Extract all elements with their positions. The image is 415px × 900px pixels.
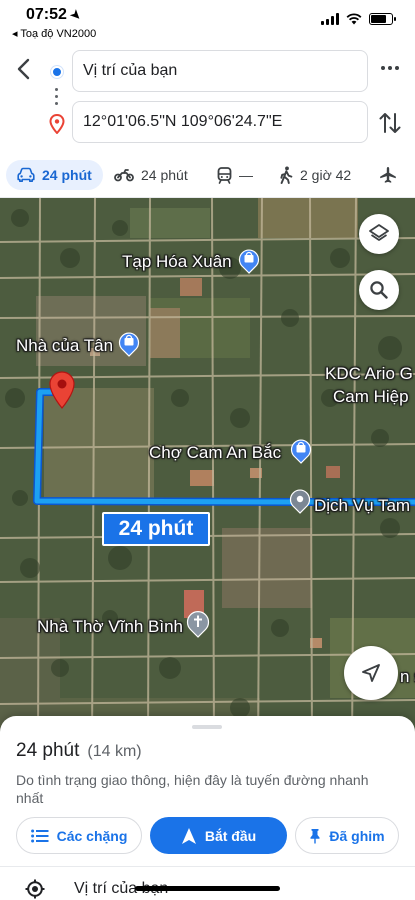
pinned-button-label: Đã ghim — [329, 827, 385, 844]
route-panel: Vị trí của bạn 12°01'06.5"N 109°06'24.7"… — [0, 44, 415, 152]
navigation-arrow-icon — [362, 664, 380, 682]
steps-button-label: Các chặng — [56, 827, 128, 844]
poi-label-nha-tho-vinh-binh[interactable]: Nhà Thờ Vĩnh Bình — [37, 617, 183, 637]
airplane-icon — [380, 167, 396, 183]
origin-input[interactable]: Vị trí của bạn — [72, 50, 368, 92]
eta-distance: (14 km) — [87, 743, 142, 760]
status-time-text: 07:52 — [26, 6, 67, 23]
chevron-left-icon — [17, 58, 30, 80]
my-location-icon — [25, 879, 45, 899]
start-button[interactable]: Bắt đầu — [150, 817, 287, 854]
location-arrow-icon: ➤ — [67, 6, 85, 24]
layers-icon — [369, 224, 389, 241]
wifi-icon — [346, 13, 362, 25]
poi-label-tap-hoa-xuan[interactable]: Tạp Hóa Xuân — [122, 252, 232, 272]
navigation-arrow-icon — [181, 827, 196, 844]
motorbike-icon — [114, 169, 134, 182]
mode-motorbike-tab[interactable]: 24 phút — [114, 160, 188, 190]
origin-dot-icon — [51, 66, 63, 78]
mode-flight-tab[interactable] — [379, 160, 397, 190]
swap-route-button[interactable] — [377, 108, 403, 138]
sheet-divider — [0, 866, 415, 867]
satellite-map[interactable]: Tạp Hóa Xuân Nhà của Tân KDC Ario G Cam … — [0, 198, 415, 743]
route-duration-badge[interactable]: 24 phút — [102, 512, 210, 546]
travel-mode-bar: 24 phút 24 phút — 2 giờ 42 — [0, 152, 415, 198]
destination-pin-icon[interactable] — [47, 370, 77, 410]
destination-pin-icon — [49, 113, 65, 139]
more-options-button[interactable] — [377, 58, 403, 78]
route-summary-sheet[interactable]: 24 phút (14 km) Do tình trạng giao thông… — [0, 716, 415, 900]
mode-motorbike-label: 24 phút — [141, 167, 188, 183]
layers-button[interactable] — [359, 214, 399, 254]
status-indicators — [321, 13, 396, 25]
poi-label-cho-cam-an-bac[interactable]: Chợ Cam An Bắc — [149, 443, 281, 463]
eta-row: 24 phút (14 km) — [16, 740, 142, 762]
sheet-drag-handle[interactable] — [192, 725, 222, 729]
destination-input[interactable]: 12°01'06.5"N 109°06'24.7"E — [72, 101, 368, 143]
shopping-bag-icon[interactable] — [238, 248, 260, 274]
swap-vertical-icon — [379, 113, 401, 133]
battery-level — [371, 15, 386, 23]
church-pin-icon[interactable] — [186, 610, 210, 638]
shopping-bag-icon[interactable] — [290, 438, 312, 464]
eta-time: 24 phút — [16, 740, 80, 761]
steps-button[interactable]: Các chặng — [16, 817, 142, 854]
mode-car-tab[interactable]: 24 phút — [6, 160, 103, 190]
vertical-dots-icon — [55, 88, 59, 109]
status-bar: 07:52➤ ◂ Toạ độ VN2000 — [0, 0, 415, 44]
mode-walk-tab[interactable]: 2 giờ 42 — [279, 160, 351, 190]
car-icon — [17, 167, 35, 182]
list-icon — [30, 829, 49, 842]
map-search-button[interactable] — [359, 270, 399, 310]
mode-walk-label: 2 giờ 42 — [300, 167, 352, 183]
cellular-signal-icon — [321, 13, 339, 25]
shopping-bag-icon[interactable] — [118, 331, 140, 357]
poi-label-dich-vu-tam[interactable]: Dịch Vụ Tam — [314, 496, 410, 516]
mode-transit-label: — — [239, 167, 253, 183]
battery-icon — [369, 13, 396, 25]
mode-transit-tab[interactable]: — — [217, 160, 253, 190]
mode-car-label: 24 phút — [42, 167, 92, 183]
back-button[interactable] — [10, 54, 36, 84]
pin-icon — [310, 828, 320, 843]
poi-label-nha-cua-tan[interactable]: Nhà của Tân — [16, 336, 113, 356]
walking-icon — [280, 166, 293, 184]
area-label-kdc-ario[interactable]: KDC Ario G — [325, 364, 413, 384]
train-icon — [217, 166, 232, 184]
route-description: Do tình trạng giao thông, hiện đây là tu… — [16, 772, 369, 806]
pinned-button[interactable]: Đã ghim — [295, 817, 399, 854]
status-time: 07:52➤ — [26, 6, 85, 24]
area-label-cam-hiep[interactable]: Cam Hiệp — [333, 387, 409, 407]
search-icon — [370, 281, 388, 299]
area-label-edge: n s — [400, 667, 415, 686]
recenter-button[interactable] — [344, 646, 398, 700]
back-to-app-link[interactable]: ◂ Toạ độ VN2000 — [12, 27, 96, 40]
start-button-label: Bắt đầu — [204, 827, 257, 844]
home-indicator[interactable] — [135, 886, 280, 891]
location-pin-gray-icon[interactable] — [289, 488, 311, 514]
